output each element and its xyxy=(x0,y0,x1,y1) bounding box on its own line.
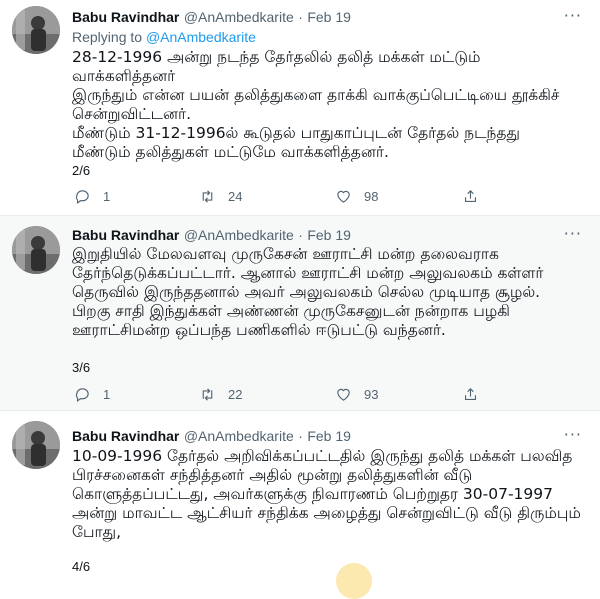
like-count: 93 xyxy=(364,387,379,402)
share-button[interactable] xyxy=(462,386,479,403)
retweet-count: 24 xyxy=(228,189,243,204)
retweet-icon xyxy=(202,190,213,203)
like-button[interactable]: 93 xyxy=(335,386,378,403)
retweet-button[interactable]: 24 xyxy=(199,188,242,205)
retweet-icon xyxy=(202,388,213,401)
retweet-button[interactable]: 22 xyxy=(199,386,242,403)
emoji-partial xyxy=(336,563,372,599)
author-handle[interactable]: @AnAmbedkarite xyxy=(184,227,294,243)
replying-prefix: Replying to xyxy=(72,29,143,45)
separator-dot: · xyxy=(298,227,303,243)
thread-counter: 3/6 xyxy=(72,360,91,375)
reply-icon xyxy=(75,388,89,403)
tweet-date[interactable]: Feb 19 xyxy=(307,9,351,25)
reply-icon xyxy=(75,190,89,205)
author-name[interactable]: Babu Ravindhar xyxy=(72,9,179,25)
share-icon xyxy=(464,190,477,203)
share-icon xyxy=(464,388,477,401)
more-icon[interactable]: ··· xyxy=(564,6,582,25)
avatar[interactable] xyxy=(12,421,60,469)
tweet-header: Babu Ravindhar @AnAmbedkarite · Feb 19 xyxy=(72,8,351,27)
reply-count: 1 xyxy=(103,189,111,204)
heart-icon xyxy=(337,190,350,203)
tweet-text: 10-09-1996 தேர்தல் அறிவிக்கப்பட்டதில் இர… xyxy=(72,447,581,541)
avatar[interactable] xyxy=(12,226,60,274)
author-name[interactable]: Babu Ravindhar xyxy=(72,227,179,243)
avatar[interactable] xyxy=(12,6,60,54)
author-handle[interactable]: @AnAmbedkarite xyxy=(184,9,294,25)
reply-count: 1 xyxy=(103,387,111,402)
separator-dot: · xyxy=(298,428,303,444)
replying-to: Replying to @AnAmbedkarite xyxy=(72,29,256,45)
tweet-header: Babu Ravindhar @AnAmbedkarite · Feb 19 xyxy=(72,226,351,245)
thread-counter: 4/6 xyxy=(72,559,91,574)
more-icon[interactable]: ··· xyxy=(564,425,582,444)
author-handle[interactable]: @AnAmbedkarite xyxy=(184,428,294,444)
tweet-text: இறுதியில் மேலவளவு முருகேசன் ஊராட்சி மன்ற… xyxy=(72,245,544,339)
tweet-date[interactable]: Feb 19 xyxy=(307,428,351,444)
like-button[interactable]: 98 xyxy=(335,188,378,205)
retweet-count: 22 xyxy=(228,387,243,402)
replying-to-link[interactable]: @AnAmbedkarite xyxy=(146,29,256,45)
thread-counter: 2/6 xyxy=(72,163,91,178)
separator-dot: · xyxy=(298,9,303,25)
author-name[interactable]: Babu Ravindhar xyxy=(72,428,179,444)
tweet-date[interactable]: Feb 19 xyxy=(307,227,351,243)
tweet-text: 28-12-1996 அன்று நடந்த தேர்தலில் தலித் ம… xyxy=(72,48,560,161)
share-button[interactable] xyxy=(462,188,479,205)
heart-icon xyxy=(337,388,350,401)
tweet-3[interactable]: Babu Ravindhar @AnAmbedkarite · Feb 19 ·… xyxy=(0,411,600,599)
more-icon[interactable]: ··· xyxy=(564,224,582,243)
reply-button[interactable]: 1 xyxy=(74,188,110,205)
tweet-1[interactable]: Babu Ravindhar @AnAmbedkarite · Feb 19 ·… xyxy=(0,0,600,215)
like-count: 98 xyxy=(364,189,379,204)
tweet-2[interactable]: Babu Ravindhar @AnAmbedkarite · Feb 19 ·… xyxy=(0,216,600,410)
reply-button[interactable]: 1 xyxy=(74,386,110,403)
tweet-header: Babu Ravindhar @AnAmbedkarite · Feb 19 xyxy=(72,427,351,446)
